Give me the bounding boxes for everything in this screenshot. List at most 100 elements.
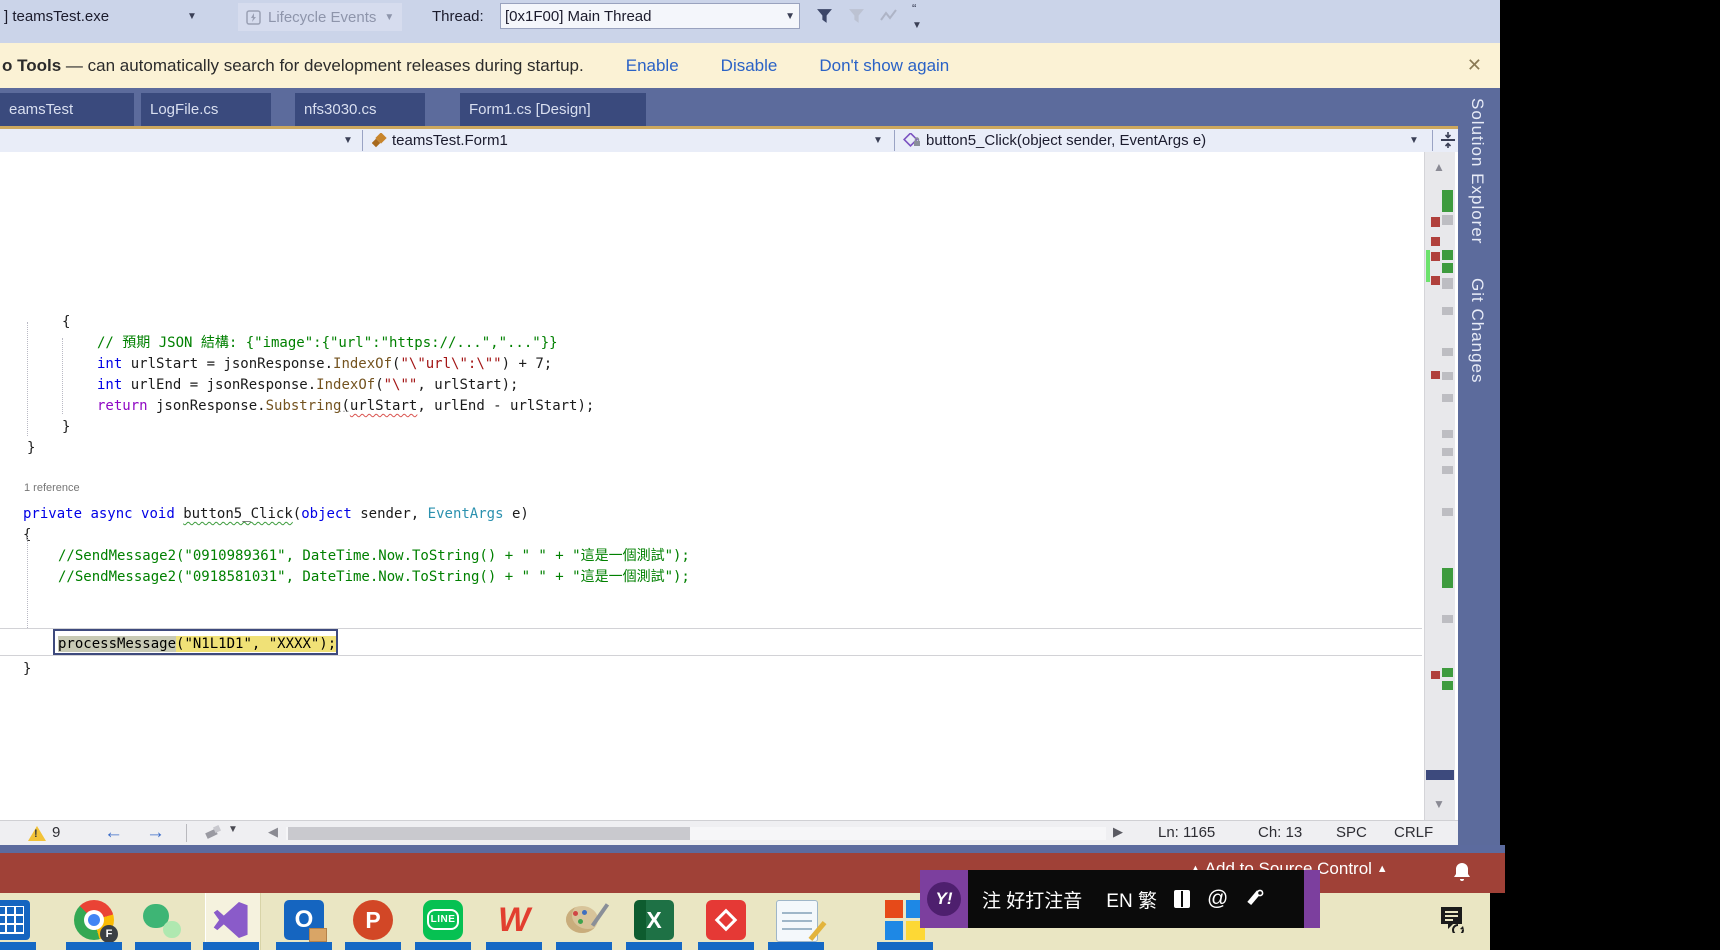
taskbar-running-indicator	[276, 942, 332, 950]
taskbar-icon-outlook[interactable]	[284, 900, 327, 942]
navigate-forward-icon[interactable]: →	[146, 822, 165, 844]
process-combo[interactable]: ] teamsTest.exe	[4, 8, 109, 25]
toolbar-overflow-button[interactable]: “▼	[912, 1, 922, 31]
taskbar-icon-paint[interactable]	[564, 900, 610, 940]
taskbar-icon-ppt[interactable]	[353, 900, 393, 940]
taskbar-icon-wps[interactable]	[494, 900, 534, 940]
warning-icon[interactable]	[28, 826, 46, 841]
taskbar-running-indicator	[203, 942, 259, 950]
warning-count[interactable]: 9	[52, 824, 60, 841]
taskbar-icon-notepad[interactable]	[776, 900, 818, 942]
scrollbar-mark-navy	[1426, 770, 1454, 780]
scrollbar-mark-gray	[1442, 307, 1453, 315]
scrollbar-mark-red	[1431, 252, 1440, 261]
code-line: }	[27, 440, 36, 456]
scroll-up-icon[interactable]: ▲	[1433, 160, 1445, 174]
taskbar-icon-chrome[interactable]	[74, 900, 118, 943]
ime-tools-icon[interactable]	[1244, 889, 1264, 909]
member-combo[interactable]: button5_Click(object sender, EventArgs e…	[926, 132, 1206, 149]
navigate-back-icon[interactable]: ←	[104, 822, 123, 844]
taskbar-icon-wechat[interactable]	[143, 900, 183, 940]
taskbar-icon-tiles[interactable]	[885, 900, 925, 940]
code-line: }	[62, 419, 71, 435]
scrollbar-mark-gray	[1442, 394, 1453, 402]
scrollbar-mark-green	[1442, 568, 1453, 588]
scrollbar-mark-green	[1442, 190, 1453, 212]
tab-git-changes[interactable]: Git Changes	[1467, 278, 1487, 384]
chevron-down-icon: ▼	[785, 10, 795, 22]
scrollbar-thumb[interactable]	[288, 827, 690, 840]
tab-solution-explorer[interactable]: Solution Explorer	[1467, 98, 1487, 244]
taskbar-running-indicator	[0, 942, 36, 950]
taskbar-icon-vs[interactable]	[211, 900, 251, 940]
scrollbar-mark-gray	[1442, 615, 1453, 623]
scrollbar-mark-gray	[1442, 448, 1453, 456]
disable-link[interactable]: Disable	[721, 56, 778, 76]
ime-toolbar[interactable]: Y! 注 好打注音 EN 繁 @	[920, 870, 1320, 928]
screen: ] teamsTest.exe ▼ Lifecycle Events ▼ Thr…	[0, 0, 1720, 950]
ime-drag-handle[interactable]	[1304, 870, 1320, 928]
thread-combo[interactable]: [0x1F00] Main Thread ▼	[500, 3, 800, 29]
ime-brand-icon[interactable]: Y!	[920, 870, 968, 928]
scrollbar-mark-red	[1431, 217, 1440, 227]
horizontal-scrollbar[interactable]	[286, 827, 1106, 840]
navigation-bar: ▼ teamsTest.Form1 ▼ button5_Click(object…	[0, 129, 1458, 153]
chevron-down-icon[interactable]: ▼	[1409, 135, 1419, 146]
window-bottom-edge	[0, 845, 1505, 853]
scrollbar-mark-green	[1442, 681, 1453, 690]
taskbar-running-indicator	[345, 942, 401, 950]
tab-logfile-cs[interactable]: LogFile.cs	[141, 93, 271, 126]
chevron-down-icon[interactable]: ▼	[873, 135, 883, 146]
lifecycle-events-button[interactable]: Lifecycle Events ▼	[238, 3, 403, 31]
type-combo[interactable]: teamsTest.Form1	[392, 132, 508, 149]
chevron-down-icon[interactable]: ▼	[343, 135, 353, 146]
codelens-references[interactable]: 1 reference	[24, 482, 80, 494]
eol-indicator: CRLF	[1394, 824, 1434, 841]
thread-label: Thread:	[432, 7, 484, 25]
editor-status-bar: 9 ← → ▼ ◀ ▶ Ln: 1165 Ch: 13 SPC CRLF	[0, 820, 1458, 846]
class-icon	[372, 133, 388, 148]
ime-language-label[interactable]: EN 繁	[1106, 886, 1157, 913]
vertical-scrollbar[interactable]: ▲ ▼	[1424, 152, 1455, 820]
indent-guide	[62, 338, 63, 414]
scroll-down-icon[interactable]: ▼	[1433, 797, 1445, 811]
tab-eamstest[interactable]: eamsTest	[0, 93, 134, 126]
action-center-icon[interactable]	[1438, 905, 1466, 933]
chevron-down-icon[interactable]: ▼	[228, 824, 238, 835]
tab-form1-cs-design-[interactable]: Form1.cs [Design]	[460, 93, 646, 126]
scrollbar-mark-green	[1442, 263, 1453, 273]
taskbar-icon-calc[interactable]	[0, 900, 30, 940]
code-line: int urlEnd = jsonResponse.IndexOf("\"", …	[97, 377, 519, 393]
scrollbar-mark-bright	[1426, 250, 1430, 282]
taskbar-icon-line[interactable]	[423, 900, 463, 940]
taskbar-icon-excel[interactable]	[634, 900, 674, 940]
right-sidebar: Solution Explorer Git Changes	[1458, 88, 1500, 845]
ime-dictionary-icon[interactable]	[1173, 889, 1191, 909]
taskbar-running-indicator	[556, 942, 612, 950]
bell-icon[interactable]	[1452, 861, 1472, 883]
h-scroll-left-icon[interactable]: ◀	[268, 824, 278, 840]
taskbar-running-indicator	[66, 942, 122, 950]
scrollbar-mark-green	[1442, 250, 1453, 260]
scrollbar-mark-gray	[1442, 278, 1453, 289]
scrollbar-mark-gray	[1442, 430, 1453, 438]
chevron-down-icon[interactable]: ▼	[187, 11, 197, 22]
eraser-icon[interactable]	[204, 825, 222, 840]
enable-link[interactable]: Enable	[626, 56, 679, 76]
split-window-icon[interactable]	[1440, 132, 1456, 149]
close-icon[interactable]: ✕	[1467, 55, 1482, 76]
ime-mode-label[interactable]: 注 好打注音	[982, 886, 1082, 913]
column-indicator: Ch: 13	[1258, 824, 1303, 841]
filter-icon[interactable]	[816, 8, 832, 24]
info-bar: o Tools — can automatically search for d…	[0, 43, 1500, 88]
document-tab-strip: ▼ eamsTestLogFile.cs nfs3030.cs Form1.cs […	[0, 88, 1458, 204]
taskbar-icon-diamond[interactable]	[706, 900, 746, 940]
code-line: processMessage("N1L1D1", "XXXX");	[58, 636, 337, 652]
dont-show-again-link[interactable]: Don't show again	[819, 56, 949, 76]
h-scroll-right-icon[interactable]: ▶	[1113, 824, 1123, 840]
code-editor[interactable]: {// 預期 JSON 結構: {"image":{"url":"https:/…	[0, 152, 1458, 820]
code-line: //SendMessage2("0918581031", DateTime.No…	[58, 569, 690, 585]
ime-symbols-icon[interactable]: @	[1207, 887, 1228, 911]
line-indicator: Ln: 1165	[1158, 824, 1216, 841]
tab-nfs3030-cs[interactable]: nfs3030.cs	[295, 93, 425, 126]
